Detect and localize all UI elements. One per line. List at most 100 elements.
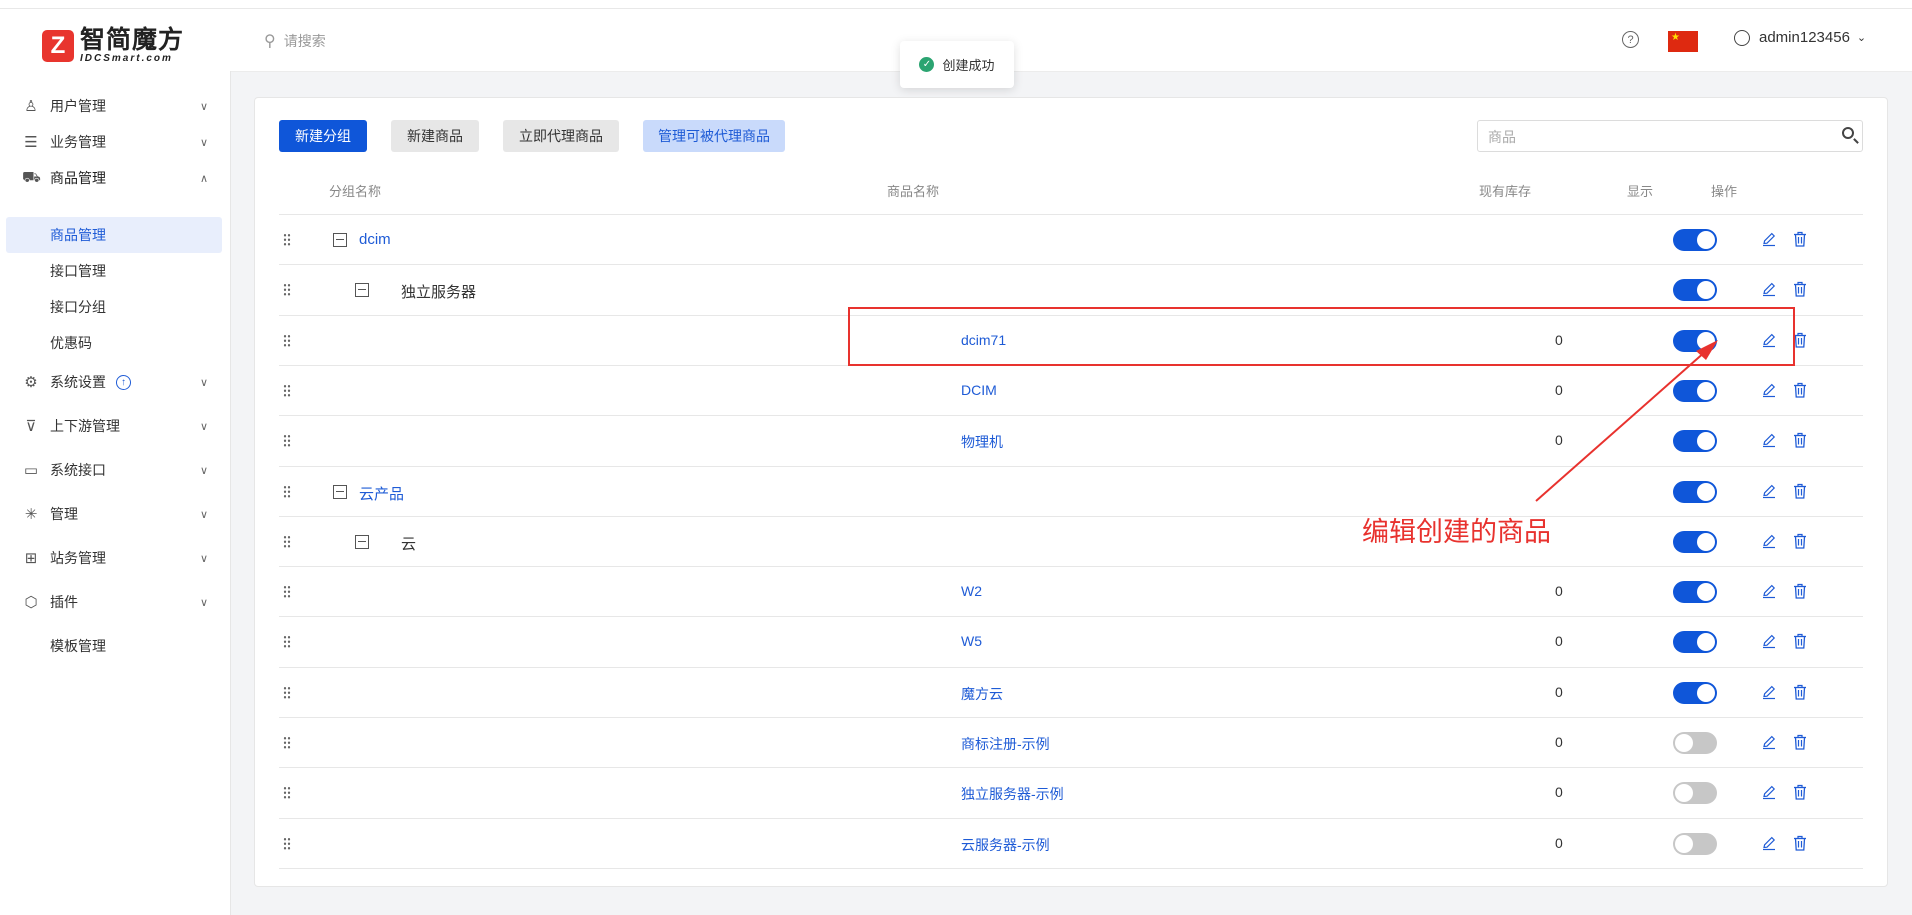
- delete-icon[interactable]: [1793, 533, 1807, 549]
- drag-handle-icon[interactable]: [283, 685, 291, 700]
- delete-icon[interactable]: [1793, 835, 1807, 851]
- edit-icon[interactable]: [1761, 835, 1777, 851]
- drag-handle-icon[interactable]: [283, 786, 291, 801]
- product-name-link[interactable]: W2: [961, 583, 982, 599]
- sidebar-item-plugins[interactable]: ⬡ 插件 ∨: [0, 584, 230, 620]
- sidebar-subitem-coupons[interactable]: 优惠码: [6, 325, 222, 361]
- table-row[interactable]: 云产品: [279, 467, 1863, 517]
- product-name-link[interactable]: 物理机: [961, 432, 1003, 452]
- product-name-link[interactable]: 商标注册-示例: [961, 734, 1050, 754]
- visibility-switch[interactable]: [1673, 782, 1717, 805]
- delete-icon[interactable]: [1793, 734, 1807, 750]
- drag-handle-icon[interactable]: [283, 585, 291, 600]
- product-name-link[interactable]: DCIM: [961, 382, 997, 398]
- table-row[interactable]: 魔方云 0: [279, 668, 1863, 718]
- new-group-button[interactable]: 新建分组: [279, 120, 367, 152]
- collapse-icon[interactable]: [355, 534, 369, 549]
- visibility-switch[interactable]: [1673, 581, 1717, 604]
- drag-handle-icon[interactable]: [283, 534, 291, 549]
- drag-handle-icon[interactable]: [283, 283, 291, 298]
- edit-icon[interactable]: [1761, 281, 1777, 297]
- visibility-switch[interactable]: [1673, 732, 1717, 754]
- edit-icon[interactable]: [1761, 583, 1777, 599]
- logo[interactable]: Z 智简魔方 IDCSmart.com: [42, 27, 184, 64]
- language-flag-icon[interactable]: ★: [1668, 31, 1698, 52]
- sidebar-subitem-interfaces[interactable]: 接口管理: [6, 253, 222, 289]
- sidebar-item-system-interfaces[interactable]: ▭ 系统接口 ∨: [0, 452, 230, 488]
- drag-handle-icon[interactable]: [283, 434, 291, 449]
- delete-icon[interactable]: [1793, 784, 1807, 800]
- sidebar-item-site-management[interactable]: ⊞ 站务管理 ∨: [0, 540, 230, 576]
- visibility-switch[interactable]: [1673, 379, 1717, 402]
- product-search-input[interactable]: [1486, 121, 1830, 153]
- collapse-icon[interactable]: [333, 233, 347, 247]
- drag-handle-icon[interactable]: [283, 836, 291, 851]
- edit-icon[interactable]: [1761, 382, 1777, 398]
- drag-handle-icon[interactable]: [283, 383, 291, 398]
- sidebar-subitem-interface-groups[interactable]: 接口分组: [6, 289, 222, 325]
- table-row[interactable]: 物理机 0: [279, 416, 1863, 466]
- proxy-now-button[interactable]: 立即代理商品: [503, 120, 619, 152]
- sidebar-item-product-management[interactable]: ⛟ 商品管理 ∧: [0, 160, 230, 196]
- product-name-link[interactable]: W5: [961, 633, 982, 649]
- drag-handle-icon[interactable]: [283, 736, 291, 750]
- help-icon[interactable]: ?: [1622, 31, 1639, 48]
- sidebar-item-upstream-downstream[interactable]: ⊽ 上下游管理 ∨: [0, 408, 230, 444]
- delete-icon[interactable]: [1793, 684, 1807, 700]
- delete-icon[interactable]: [1793, 483, 1807, 499]
- user-menu[interactable]: admin123456 ⌄: [1734, 29, 1866, 46]
- global-search[interactable]: ⚲ 请搜索: [264, 31, 326, 51]
- visibility-switch[interactable]: [1673, 530, 1717, 553]
- edit-icon[interactable]: [1761, 734, 1777, 750]
- table-row[interactable]: DCIM 0: [279, 366, 1863, 416]
- edit-icon[interactable]: [1761, 633, 1777, 649]
- table-row[interactable]: 云服务器-示例 0: [279, 819, 1863, 869]
- delete-icon[interactable]: [1793, 583, 1807, 599]
- drag-handle-icon[interactable]: [283, 333, 291, 348]
- search-icon[interactable]: [1842, 127, 1854, 139]
- edit-icon[interactable]: [1761, 231, 1777, 247]
- drag-handle-icon[interactable]: [283, 635, 291, 650]
- edit-icon[interactable]: [1761, 684, 1777, 700]
- visibility-switch[interactable]: [1673, 430, 1717, 453]
- delete-icon[interactable]: [1793, 332, 1807, 348]
- drag-handle-icon[interactable]: [283, 233, 291, 247]
- product-name-link[interactable]: 云服务器-示例: [961, 835, 1050, 855]
- edit-icon[interactable]: [1761, 483, 1777, 499]
- manage-proxy-button[interactable]: 管理可被代理商品: [643, 120, 785, 152]
- edit-icon[interactable]: [1761, 784, 1777, 800]
- collapse-icon[interactable]: [355, 283, 369, 298]
- sidebar-item-system-settings[interactable]: ⚙ 系统设置 ↑ ∨: [0, 364, 230, 400]
- group-name[interactable]: 云产品: [359, 483, 404, 504]
- table-row[interactable]: 独立服务器-示例 0: [279, 768, 1863, 818]
- delete-icon[interactable]: [1793, 281, 1807, 297]
- visibility-switch[interactable]: [1673, 279, 1717, 302]
- sidebar-item-management[interactable]: ✳ 管理 ∨: [0, 496, 230, 532]
- delete-icon[interactable]: [1793, 231, 1807, 247]
- visibility-switch[interactable]: [1673, 631, 1717, 654]
- delete-icon[interactable]: [1793, 382, 1807, 398]
- group-name[interactable]: dcim: [359, 231, 391, 248]
- collapse-icon[interactable]: [333, 484, 347, 499]
- delete-icon[interactable]: [1793, 633, 1807, 650]
- visibility-switch[interactable]: [1673, 832, 1717, 855]
- product-name-link[interactable]: 独立服务器-示例: [961, 784, 1064, 804]
- sidebar-item-template-management[interactable]: 模板管理: [0, 628, 230, 664]
- table-row[interactable]: 云: [279, 517, 1863, 567]
- sidebar-item-user-management[interactable]: ♙ 用户管理 ∨: [0, 88, 230, 124]
- product-search[interactable]: [1477, 120, 1863, 153]
- table-row[interactable]: W5 0: [279, 617, 1863, 667]
- visibility-switch[interactable]: [1673, 229, 1717, 251]
- sidebar-subitem-products[interactable]: 商品管理: [6, 217, 222, 253]
- visibility-switch[interactable]: [1673, 480, 1717, 503]
- table-row[interactable]: 商标注册-示例 0: [279, 718, 1863, 768]
- delete-icon[interactable]: [1793, 432, 1807, 448]
- table-row[interactable]: W2 0: [279, 567, 1863, 617]
- new-product-button[interactable]: 新建商品: [391, 120, 479, 152]
- table-row[interactable]: dcim: [279, 215, 1863, 265]
- sidebar-item-business-management[interactable]: ☰ 业务管理 ∨: [0, 124, 230, 160]
- edit-icon[interactable]: [1761, 432, 1777, 448]
- visibility-switch[interactable]: [1673, 681, 1717, 704]
- drag-handle-icon[interactable]: [283, 484, 291, 499]
- edit-icon[interactable]: [1761, 533, 1777, 549]
